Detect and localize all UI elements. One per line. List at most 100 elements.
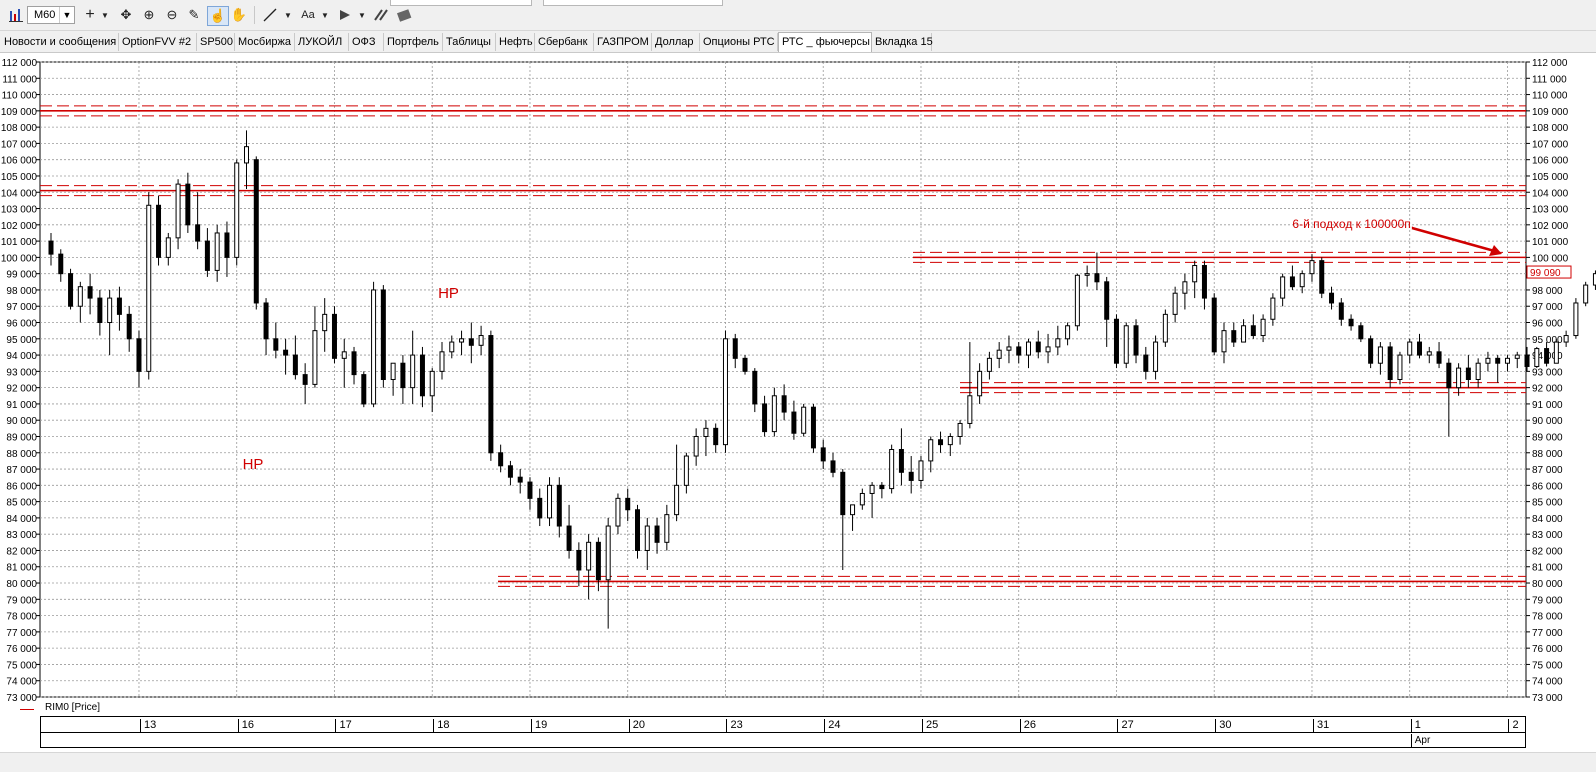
candle-body-down bbox=[820, 447, 826, 462]
line-tool-icon[interactable] bbox=[262, 6, 278, 24]
y-tick-label: 111 000 bbox=[2, 74, 37, 85]
tab-item[interactable]: Сбербанк bbox=[535, 33, 594, 51]
ruler-icon[interactable]: ✎ bbox=[186, 6, 202, 24]
hide-drawings-icon[interactable] bbox=[372, 6, 390, 24]
candle-body-down bbox=[713, 427, 719, 446]
candle-body-down bbox=[1133, 325, 1139, 356]
candle-body-up bbox=[605, 525, 611, 581]
candle-body-up bbox=[977, 370, 983, 397]
time-axis-month-label: Apr bbox=[1410, 734, 1430, 748]
y-tick-label: 91 000 bbox=[6, 400, 37, 411]
candle-body-down bbox=[1289, 276, 1295, 288]
chevron-down-icon[interactable]: ▼ bbox=[100, 6, 110, 24]
toolbar-field-right[interactable] bbox=[543, 0, 723, 6]
candle-body-up bbox=[664, 514, 670, 543]
candle-body-up bbox=[1074, 274, 1080, 327]
zoom-in-icon[interactable]: ⊕ bbox=[141, 6, 157, 24]
zoom-out-icon[interactable]: ⊖ bbox=[164, 6, 180, 24]
candle-body-down bbox=[400, 362, 406, 389]
candle-body-down bbox=[1016, 346, 1022, 356]
candle-body-down bbox=[1338, 302, 1344, 320]
candle-body-down bbox=[762, 403, 768, 433]
candle-body-up bbox=[1514, 354, 1520, 359]
candle-body-down bbox=[507, 465, 513, 478]
candle-body-up bbox=[918, 460, 924, 481]
candle-body-up bbox=[947, 435, 953, 446]
y-tick-label: 106 000 bbox=[1532, 156, 1569, 167]
candle-body-up bbox=[410, 354, 416, 389]
candle-body-up bbox=[234, 162, 240, 258]
candle-body-down bbox=[654, 525, 660, 543]
tab-item[interactable]: Вкладка 15 bbox=[872, 33, 933, 51]
tab-item[interactable]: Мосбиржа bbox=[235, 33, 295, 51]
candle-body-up bbox=[1123, 325, 1129, 364]
candle-body-down bbox=[527, 481, 533, 499]
candle-body-up bbox=[801, 406, 807, 434]
candle-body-up bbox=[1299, 273, 1305, 288]
candle-body-up bbox=[107, 297, 113, 324]
candle-body-down bbox=[732, 338, 738, 359]
tab-item[interactable]: ОФЗ bbox=[349, 33, 384, 51]
tab-item[interactable]: ЛУКОЙЛ bbox=[295, 33, 349, 51]
tab-item[interactable]: Нефть bbox=[496, 33, 535, 51]
tab-item[interactable]: Новости и сообщения bbox=[1, 33, 119, 51]
y-tick-label: 74 000 bbox=[6, 677, 37, 688]
tab-item[interactable]: Опционы РТС bbox=[700, 33, 778, 51]
time-axis-day-label: 1 bbox=[1410, 719, 1421, 732]
y-tick-label: 96 000 bbox=[1532, 319, 1563, 330]
candle-body-down bbox=[253, 159, 259, 304]
candle-body-down bbox=[87, 286, 93, 299]
chevron-down-icon[interactable]: ▼ bbox=[283, 6, 293, 24]
tab-item[interactable]: РТС _ фьючерсы bbox=[778, 32, 872, 52]
y-tick-label: 101 000 bbox=[1, 237, 38, 248]
chevron-down-icon[interactable]: ▼ bbox=[320, 6, 330, 24]
y-tick-label: 96 000 bbox=[6, 319, 37, 330]
time-axis[interactable]: 13 16 17 18 19 20 23 24 25 26 27 30 31 1 2 Apr bbox=[40, 716, 1526, 748]
hand-select-icon[interactable]: ☝ bbox=[207, 6, 229, 26]
price-chart[interactable]: 73 000 73 000 74 000 74 000 75 000 75 000 76 0… bbox=[0, 52, 1596, 705]
candle-body-up bbox=[957, 422, 963, 437]
y-tick-label: 94 000 bbox=[6, 351, 37, 362]
crosshair-add-icon[interactable]: + bbox=[83, 6, 97, 24]
delete-drawings-icon[interactable] bbox=[395, 6, 413, 24]
candle-body-up bbox=[1270, 297, 1276, 320]
y-tick-label: 85 000 bbox=[6, 498, 37, 509]
text-tool-icon[interactable]: Aa bbox=[298, 6, 318, 24]
y-tick-label: 89 000 bbox=[1532, 432, 1563, 443]
y-tick-label: 73 000 bbox=[6, 693, 37, 702]
bottom-scroll-strip[interactable] bbox=[0, 752, 1596, 772]
chevron-down-icon[interactable]: ▼ bbox=[357, 6, 367, 24]
period-select[interactable]: M60 ▼ bbox=[27, 6, 75, 24]
tab-item[interactable]: OptionFVV #2 bbox=[119, 33, 197, 51]
candle-body-down bbox=[791, 411, 797, 434]
y-tick-label: 103 000 bbox=[1532, 205, 1569, 216]
candle-body-up bbox=[703, 427, 709, 437]
tab-item[interactable]: Таблицы bbox=[443, 33, 496, 51]
candle-body-up bbox=[459, 338, 465, 343]
candle-body-down bbox=[1319, 260, 1325, 294]
y-tick-label: 112 000 bbox=[2, 58, 38, 69]
tab-item[interactable]: SP500 bbox=[197, 33, 235, 51]
time-axis-day-label: 24 bbox=[824, 719, 840, 732]
candle-body-down bbox=[1094, 273, 1100, 283]
y-tick-label: 78 000 bbox=[1532, 612, 1563, 623]
tab-item[interactable]: Портфель bbox=[384, 33, 443, 51]
y-tick-label: 89 000 bbox=[6, 432, 37, 443]
hand-pan-icon[interactable]: ✋ bbox=[231, 6, 247, 24]
y-tick-label: 81 000 bbox=[6, 563, 37, 574]
candle-body-up bbox=[1065, 325, 1071, 340]
move-icon[interactable]: ✥ bbox=[118, 6, 134, 24]
y-tick-label: 106 000 bbox=[1, 156, 38, 167]
candle-body-down bbox=[351, 351, 357, 376]
y-tick-label: 90 000 bbox=[1532, 416, 1563, 427]
tab-item[interactable]: Доллар bbox=[652, 33, 700, 51]
y-tick-label: 91 000 bbox=[1532, 400, 1563, 411]
tab-item[interactable]: ГАЗПРОМ bbox=[594, 33, 652, 51]
workspace-tabs: Новости и сообщения OptionFVV #2 SP500 Мосб… bbox=[0, 31, 1596, 53]
candlestick-chart[interactable]: 73 000 73 000 74 000 74 000 75 000 75 000 76 0… bbox=[0, 52, 1596, 704]
marker-tool-icon[interactable] bbox=[337, 6, 353, 24]
candle-body-down bbox=[810, 406, 816, 449]
candle-body-down bbox=[1143, 354, 1149, 372]
candle-body-up bbox=[478, 335, 484, 346]
chart-type-icon[interactable] bbox=[8, 6, 24, 24]
